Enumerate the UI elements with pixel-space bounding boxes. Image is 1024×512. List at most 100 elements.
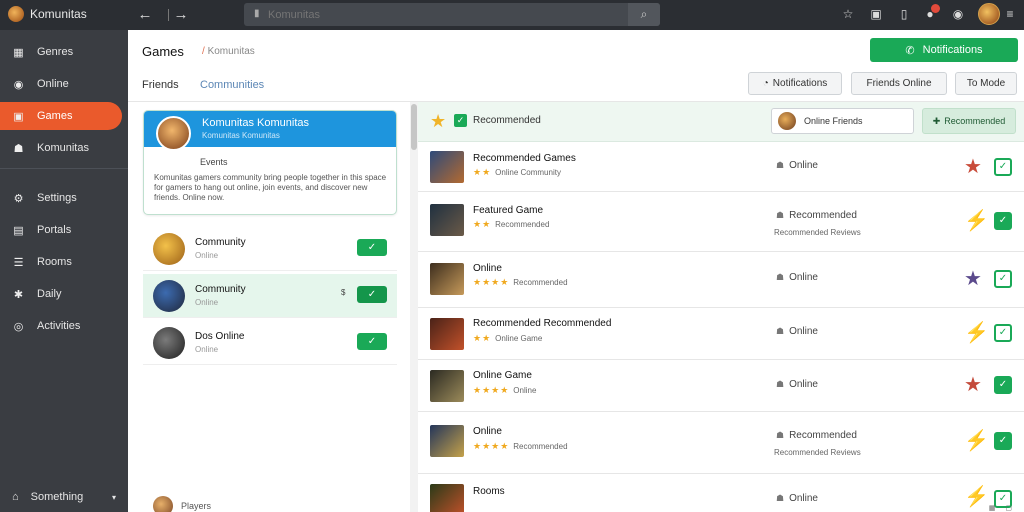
game-thumbnail: [430, 425, 464, 457]
row-checkbox[interactable]: ✓: [994, 432, 1012, 450]
list-item-name: Community: [195, 284, 246, 295]
people-icon: ☗: [776, 272, 785, 282]
row-title: Online Game: [473, 370, 532, 381]
menu-icon[interactable]: ≡: [1002, 6, 1018, 22]
button-label: Notifications: [772, 78, 828, 89]
rating-stars: ★★★★ Online: [473, 385, 537, 395]
list-item-mark: $: [341, 288, 346, 297]
forward-icon[interactable]: →: [172, 5, 190, 25]
check-toggle[interactable]: ✓: [357, 333, 387, 350]
activity-icon: ◎: [13, 320, 24, 333]
lightning-icon[interactable]: ⚡: [964, 430, 989, 452]
brand[interactable]: Komunitas: [8, 6, 87, 22]
sidebar-item-genres[interactable]: ▦ Genres: [0, 38, 122, 66]
game-thumbnail: [430, 151, 464, 183]
sidebar-bottom-menu[interactable]: ⌂ Something ▾: [0, 485, 128, 509]
grid-icon[interactable]: ▦: [989, 504, 996, 512]
table-row[interactable]: Rooms ☗ Online ⚡ ✓: [418, 474, 1024, 512]
game-thumbnail: [430, 318, 464, 350]
scrollbar[interactable]: [410, 102, 418, 512]
star-icon[interactable]: ★: [964, 374, 982, 396]
sidebar-item-komunitas[interactable]: ☗ Komunitas: [0, 134, 122, 162]
list-icon: ☰: [13, 256, 24, 269]
grid-icon: ▦: [13, 46, 24, 59]
table-row[interactable]: Online ★★★★ Recommended ☗ Recommended Reco…: [418, 412, 1024, 474]
recommended-title: Recommended: [473, 115, 541, 126]
sidebar-item-games[interactable]: ▣ Games: [0, 102, 122, 130]
search-icon[interactable]: ⌕: [628, 3, 660, 26]
page-subtitle: / Komunitas: [202, 46, 255, 57]
featured-description: Komunitas gamers community bring people …: [154, 173, 387, 202]
sidebar-item-label: Portals: [37, 224, 72, 236]
sidebar-item-online[interactable]: ◉ Online: [0, 70, 122, 98]
check-toggle[interactable]: ✓: [357, 239, 387, 256]
row-checkbox[interactable]: ✓: [994, 212, 1012, 230]
people-icon: ☗: [776, 210, 785, 220]
table-row[interactable]: Recommended Games ★★ Online Community ☗ On…: [418, 142, 1024, 192]
row-checkbox[interactable]: ✓: [994, 158, 1012, 176]
row-title: Online: [473, 263, 502, 274]
search-input[interactable]: [268, 3, 628, 26]
sidebar-item-settings[interactable]: ⚙ Settings: [0, 184, 122, 212]
list-item[interactable]: Community Online ✓: [143, 227, 397, 271]
lightning-icon[interactable]: ⚡: [964, 210, 989, 232]
status-strip: ▦ ▢: [940, 504, 1024, 512]
star-icon[interactable]: ★: [964, 156, 982, 178]
table-row[interactable]: Online Game ★★★★ Online ☗ Online ★ ✓: [418, 360, 1024, 412]
document-icon[interactable]: ▯: [896, 6, 912, 22]
avatar: [153, 327, 185, 359]
featured-subtitle: Komunitas Komunitas: [202, 131, 280, 140]
gear-icon: ⚙: [13, 192, 24, 205]
list-item-status: Online: [195, 298, 219, 307]
table-row[interactable]: Recommended Recommended ★★ Online Game ☗ O…: [418, 308, 1024, 360]
list-item-name: Community: [195, 237, 246, 248]
bookmark-icon[interactable]: ▣: [868, 6, 884, 22]
page-header: Games / Komunitas Friends Communities ✆ …: [128, 30, 1024, 102]
sidebar-item-label: Online: [37, 78, 69, 90]
controller-icon: ▣: [13, 110, 24, 123]
friends-select[interactable]: Online Friends: [771, 108, 914, 134]
row-status-detail: Recommended Reviews: [774, 448, 861, 457]
sidebar-item-daily[interactable]: ✱ Daily: [0, 280, 122, 308]
table-row[interactable]: Online ★★★★ Recommended ☗ Online ★ ✓: [418, 252, 1024, 308]
people-icon: ☗: [776, 160, 785, 170]
tab-communities[interactable]: Communities: [200, 79, 264, 91]
avatar[interactable]: [978, 3, 1000, 25]
checkbox[interactable]: ✓: [454, 114, 467, 127]
row-title: Rooms: [473, 486, 505, 497]
sidebar-item-label: Daily: [37, 288, 62, 300]
lock-icon: ▮: [254, 8, 260, 19]
expand-icon[interactable]: ▢: [1005, 504, 1012, 512]
globe-icon[interactable]: ◉: [950, 6, 966, 22]
left-panel: Komunitas Komunitas Komunitas Komunitas …: [128, 102, 408, 512]
sidebar-item-label: Games: [37, 110, 73, 122]
recommended-button[interactable]: ✚ Recommended: [922, 108, 1016, 134]
select-value: Online Friends: [804, 116, 863, 126]
friends-online-button[interactable]: Friends Online: [851, 72, 947, 95]
featured-card-header: Komunitas Komunitas Komunitas Komunitas: [144, 111, 396, 151]
lightning-icon[interactable]: ⚡: [964, 322, 989, 344]
notifications-filter-button[interactable]: ◔ Notifications: [748, 72, 842, 95]
sidebar-item-rooms[interactable]: ☰ Rooms: [0, 248, 122, 276]
tab-friends[interactable]: Friends: [142, 79, 179, 91]
sidebar-item-portals[interactable]: ▤ Portals: [0, 216, 122, 244]
left-footer[interactable]: Players: [153, 496, 211, 512]
table-row[interactable]: Featured Game ★★ Recommended ☗ Recommended…: [418, 192, 1024, 252]
row-checkbox[interactable]: ✓: [994, 376, 1012, 394]
featured-name: Events: [200, 157, 228, 167]
row-checkbox[interactable]: ✓: [994, 270, 1012, 288]
row-checkbox[interactable]: ✓: [994, 324, 1012, 342]
to-mode-button[interactable]: To Mode: [955, 72, 1017, 95]
featured-card[interactable]: Komunitas Komunitas Komunitas Komunitas …: [143, 110, 397, 215]
star-icon[interactable]: ☆: [840, 6, 856, 22]
star-icon[interactable]: ★: [964, 268, 982, 290]
list-item[interactable]: Dos Online Online ✓: [143, 321, 397, 365]
row-status-detail: Recommended Reviews: [774, 228, 861, 237]
sidebar-item-activities[interactable]: ◎ Activities: [0, 312, 122, 340]
back-icon[interactable]: ←: [136, 5, 154, 25]
check-toggle[interactable]: ✓: [357, 286, 387, 303]
scrollbar-thumb[interactable]: [411, 104, 417, 150]
notifications-button[interactable]: ✆ Notifications: [870, 38, 1018, 62]
game-thumbnail: [430, 370, 464, 402]
list-item[interactable]: Community Online $ ✓: [143, 274, 397, 318]
